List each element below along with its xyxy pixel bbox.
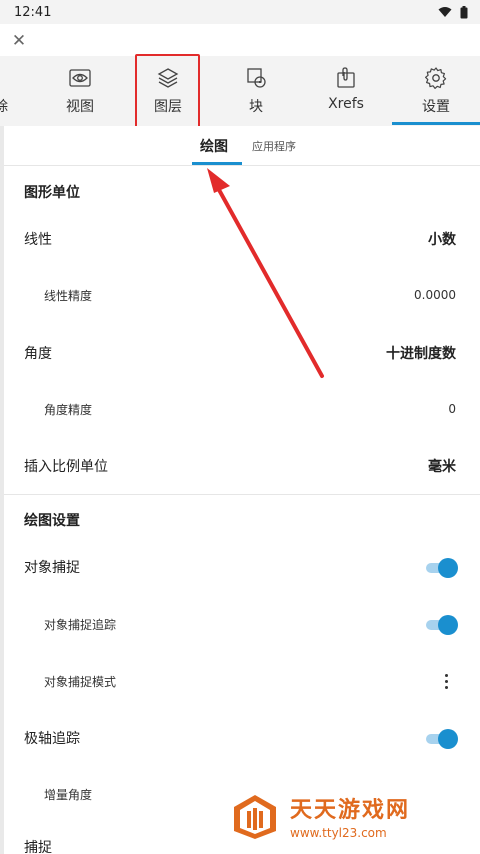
watermark-name: 天天游戏网 — [290, 798, 411, 823]
watermark: 天天游戏网 www.ttyl23.com — [210, 778, 480, 854]
watermark-url: www.ttyl23.com — [290, 826, 387, 840]
annotation-arrow — [207, 168, 324, 378]
watermark-logo-icon — [234, 795, 276, 839]
